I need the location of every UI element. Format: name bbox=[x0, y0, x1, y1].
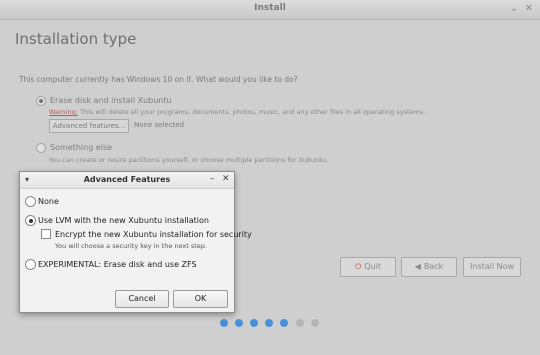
zfs-label[interactable]: EXPERIMENTAL: Erase disk and use ZFS bbox=[38, 260, 197, 269]
back-label: Back bbox=[423, 262, 444, 271]
window-minimize-button[interactable]: ⌄ bbox=[508, 3, 520, 14]
install-question: This computer currently has Windows 10 o… bbox=[19, 75, 298, 84]
none-label[interactable]: None bbox=[38, 197, 59, 206]
ok-button[interactable]: OK bbox=[173, 290, 228, 308]
page-title: Installation type bbox=[15, 30, 137, 48]
something-else-label[interactable]: Something else bbox=[50, 143, 112, 152]
progress-dot bbox=[311, 319, 319, 327]
erase-warning: Warning: This will delete all your progr… bbox=[49, 108, 425, 116]
arrow-left-icon: ◀ bbox=[414, 262, 421, 271]
power-icon: ⏻ bbox=[354, 262, 362, 271]
something-else-description: You can create or resize partitions your… bbox=[49, 156, 329, 164]
window-title: Install bbox=[254, 3, 286, 13]
none-radio[interactable] bbox=[25, 196, 36, 207]
progress-dot bbox=[265, 319, 273, 327]
encrypt-label[interactable]: Encrypt the new Xubuntu installation for… bbox=[55, 230, 252, 239]
progress-dot bbox=[296, 319, 304, 327]
dialog-close-button[interactable]: ✕ bbox=[222, 174, 230, 184]
warning-text: This will delete all your programs, docu… bbox=[77, 108, 426, 116]
window-close-button[interactable]: ✕ bbox=[523, 3, 535, 14]
progress-dot bbox=[280, 319, 288, 327]
advanced-features-dialog: ▾ Advanced Features – ✕ None Use LVM wit… bbox=[19, 171, 252, 313]
quit-label: Quit bbox=[364, 262, 382, 271]
quit-button[interactable]: ⏻ Quit bbox=[340, 257, 396, 277]
window-titlebar: Install ⌄ ✕ bbox=[0, 0, 540, 20]
encrypt-checkbox[interactable] bbox=[41, 229, 51, 239]
warning-label: Warning: bbox=[49, 108, 78, 116]
use-lvm-label[interactable]: Use LVM with the new Xubuntu installatio… bbox=[38, 216, 209, 225]
install-now-label: Install Now bbox=[469, 262, 515, 271]
erase-disk-label[interactable]: Erase disk and install Xubuntu bbox=[50, 96, 172, 105]
dialog-title: Advanced Features bbox=[83, 175, 171, 184]
advanced-status: None selected bbox=[134, 121, 185, 129]
zfs-radio[interactable] bbox=[25, 259, 36, 270]
dialog-titlebar: ▾ Advanced Features – ✕ bbox=[20, 172, 234, 189]
back-button[interactable]: ◀ Back bbox=[401, 257, 457, 277]
advanced-features-button[interactable]: Advanced features... bbox=[49, 119, 129, 133]
dialog-minimize-button[interactable]: – bbox=[210, 174, 215, 184]
something-else-radio[interactable] bbox=[36, 143, 46, 153]
progress-dot bbox=[220, 319, 228, 327]
use-lvm-radio[interactable] bbox=[25, 215, 36, 226]
install-now-button[interactable]: Install Now bbox=[463, 257, 521, 277]
progress-dot bbox=[250, 319, 258, 327]
encrypt-note: You will choose a security key in the ne… bbox=[55, 242, 207, 250]
progress-dot bbox=[235, 319, 243, 327]
cancel-button[interactable]: Cancel bbox=[115, 290, 169, 308]
erase-disk-radio[interactable] bbox=[36, 96, 46, 106]
